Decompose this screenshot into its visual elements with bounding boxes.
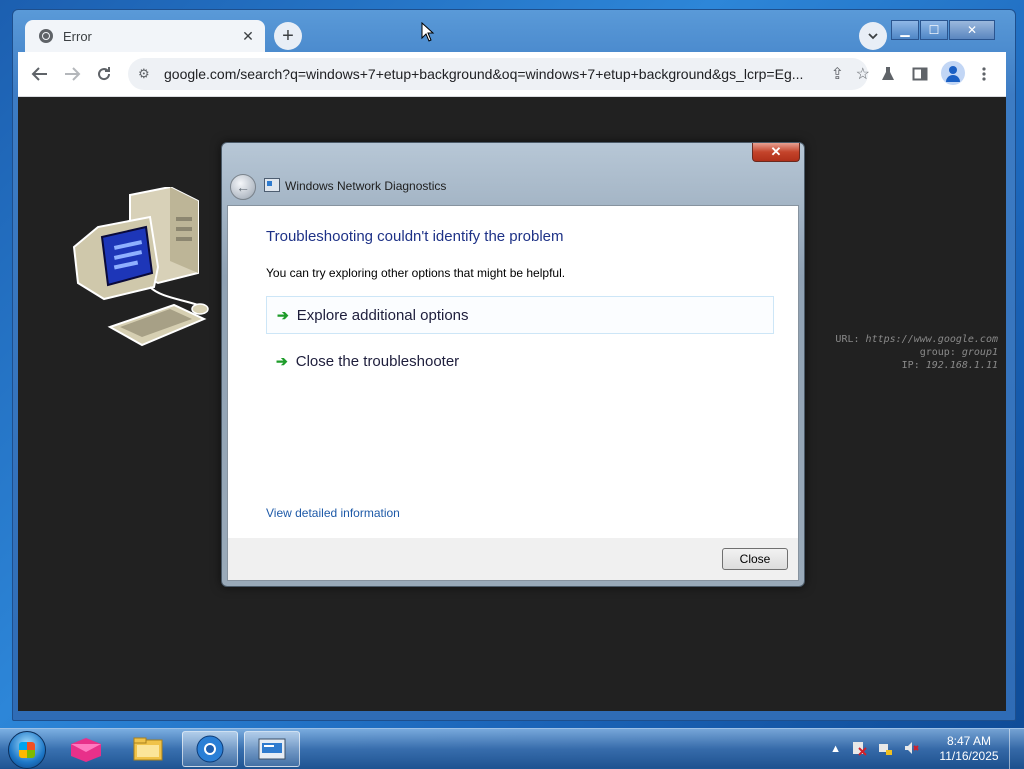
taskbar-app-mail[interactable] (58, 731, 114, 767)
close-button[interactable]: Close (722, 548, 788, 570)
window-caption-buttons: ▁ ☐ ✕ (890, 20, 995, 40)
option-label: Explore additional options (296, 306, 469, 324)
network-diagnostics-taskbar-icon (258, 738, 286, 760)
network-diagnostics-icon (264, 178, 280, 192)
profile-avatar-icon[interactable] (941, 61, 965, 85)
back-arrow-icon[interactable]: ← (230, 174, 256, 200)
volume-muted-icon[interactable] (903, 740, 919, 759)
page-info-overlay: URL: https://www.google.com group: group… (835, 334, 998, 371)
browser-toolbar: ⚙ google.com/search?q=windows+7+etup+bac… (18, 52, 1006, 97)
start-button[interactable] (8, 731, 46, 769)
dialog-close-button[interactable]: ✕ (752, 143, 800, 162)
address-bar-url[interactable]: google.com/search?q=windows+7+etup+backg… (164, 66, 819, 82)
arrow-right-icon (65, 67, 81, 81)
network-icon[interactable] (877, 740, 893, 759)
maximize-button[interactable]: ☐ (920, 20, 948, 40)
reload-button[interactable] (92, 62, 116, 86)
taskbar-app-network-diagnostics[interactable] (244, 731, 300, 767)
clock-time: 8:47 AM (946, 734, 992, 748)
forward-button[interactable] (60, 62, 84, 86)
window-close-button[interactable]: ✕ (949, 20, 995, 40)
pink-app-icon (71, 738, 101, 762)
address-bar[interactable]: ⚙ google.com/search?q=windows+7+etup+bac… (128, 58, 870, 90)
taskbar-app-explorer[interactable] (120, 731, 176, 767)
new-tab-button[interactable]: + (274, 22, 302, 50)
dialog-footer: Close (227, 538, 799, 581)
dialog-heading: Troubleshooting couldn't identify the pr… (266, 228, 564, 245)
dialog-body: Troubleshooting couldn't identify the pr… (227, 205, 799, 539)
view-detailed-information-link[interactable]: View detailed information (266, 506, 400, 520)
system-tray: ▲ 8:47 AM 11/16/2025 (830, 729, 1024, 769)
dialog-subtext: You can try exploring other options that… (266, 266, 566, 280)
folder-icon (133, 737, 163, 761)
tab-title: Error (63, 28, 92, 44)
share-icon[interactable]: ⇪ (831, 64, 844, 84)
globe-icon (39, 29, 53, 43)
computer-icon (72, 187, 209, 347)
option-label: Close the troubleshooter (295, 352, 460, 370)
explore-additional-options-link[interactable]: ➔ Explore additional options (266, 296, 774, 334)
browser-globe-icon (196, 735, 224, 763)
tab-close-icon[interactable]: ✕ (239, 28, 257, 45)
green-arrow-icon: ➔ (277, 306, 289, 323)
reload-icon (98, 67, 111, 81)
network-diagnostics-dialog: ✕ ← Windows Network Diagnostics Troubles… (221, 142, 805, 587)
menu-button[interactable] (972, 62, 996, 86)
flask-icon (882, 67, 894, 80)
taskbar-app-browser[interactable] (182, 731, 238, 767)
green-arrow-icon: ➔ (276, 352, 288, 369)
back-button[interactable] (28, 62, 52, 86)
taskbar: ▲ 8:47 AM 11/16/2025 (0, 728, 1024, 769)
tab-search-button[interactable] (859, 22, 887, 50)
dialog-title: Windows Network Diagnostics (285, 179, 447, 193)
browser-tab[interactable]: Error ✕ (25, 20, 265, 52)
site-info-icon[interactable]: ⚙ (138, 66, 154, 82)
close-troubleshooter-link[interactable]: ➔ Close the troubleshooter (266, 342, 774, 380)
side-panel-button[interactable] (908, 62, 932, 86)
action-center-icon[interactable] (851, 740, 867, 759)
clock[interactable]: 8:47 AM 11/16/2025 (929, 734, 1009, 764)
show-hidden-icons-button[interactable]: ▲ (830, 743, 841, 755)
bookmark-star-icon[interactable]: ☆ (856, 64, 870, 84)
kebab-menu-icon (982, 67, 986, 81)
arrow-left-icon (31, 67, 47, 81)
clock-date: 11/16/2025 (939, 749, 999, 763)
labs-button[interactable] (876, 62, 900, 86)
chevron-down-icon (868, 33, 878, 40)
side-panel-icon (912, 67, 928, 81)
show-desktop-button[interactable] (1009, 729, 1024, 769)
minimize-button[interactable]: ▁ (891, 20, 919, 40)
mouse-cursor-icon (421, 22, 435, 42)
